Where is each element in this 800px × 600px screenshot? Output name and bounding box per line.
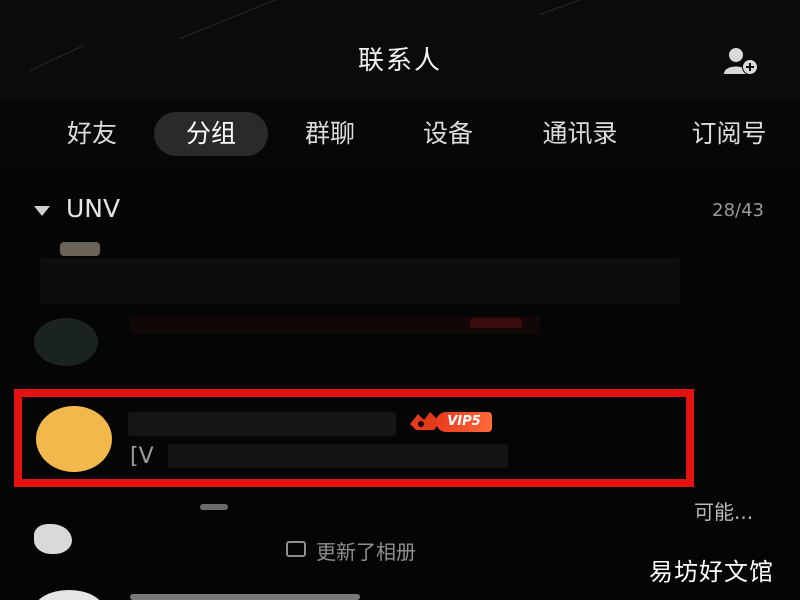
obscured-content [40,258,680,304]
tab-group-chats[interactable]: 群聊 [282,112,378,156]
obscured-content [470,318,522,328]
obscured-content [130,594,360,600]
contact-tabs: 好友 分组 群聊 设备 通讯录 订阅号 [0,100,800,170]
avatar [60,242,100,256]
add-contact-button[interactable] [722,44,762,80]
avatar [34,318,98,366]
background-streak [179,0,292,39]
contact-row[interactable] [0,308,800,378]
tab-subscriptions[interactable]: 订阅号 [664,112,794,156]
watermark-text: 易坊好文馆 [649,558,774,586]
group-name: UNV [66,194,121,223]
group-count: 28/43 [712,200,764,221]
add-contact-icon [724,48,758,75]
contact-row[interactable]: 可能... [0,238,800,524]
tab-devices[interactable]: 设备 [400,112,496,156]
tab-address-book[interactable]: 通讯录 [518,112,642,156]
photo-icon [286,541,306,557]
contact-update-text: 更新了相册 [316,540,416,564]
background-streak [539,0,616,15]
tab-friends[interactable]: 好友 [44,112,140,156]
group-header[interactable]: UNV 28/43 [0,190,800,230]
obscured-content [200,504,228,510]
header-bar: 联系人 [0,0,800,100]
page-title: 联系人 [357,46,442,76]
avatar [34,590,104,600]
avatar [34,524,72,554]
caret-down-icon [34,206,50,216]
contacts-screen: 联系人 好友 分组 群聊 设备 通讯录 订阅号 UNV 28/43 可能... [0,0,800,600]
highlight-box [14,389,694,487]
tab-groups[interactable]: 分组 [154,112,268,156]
